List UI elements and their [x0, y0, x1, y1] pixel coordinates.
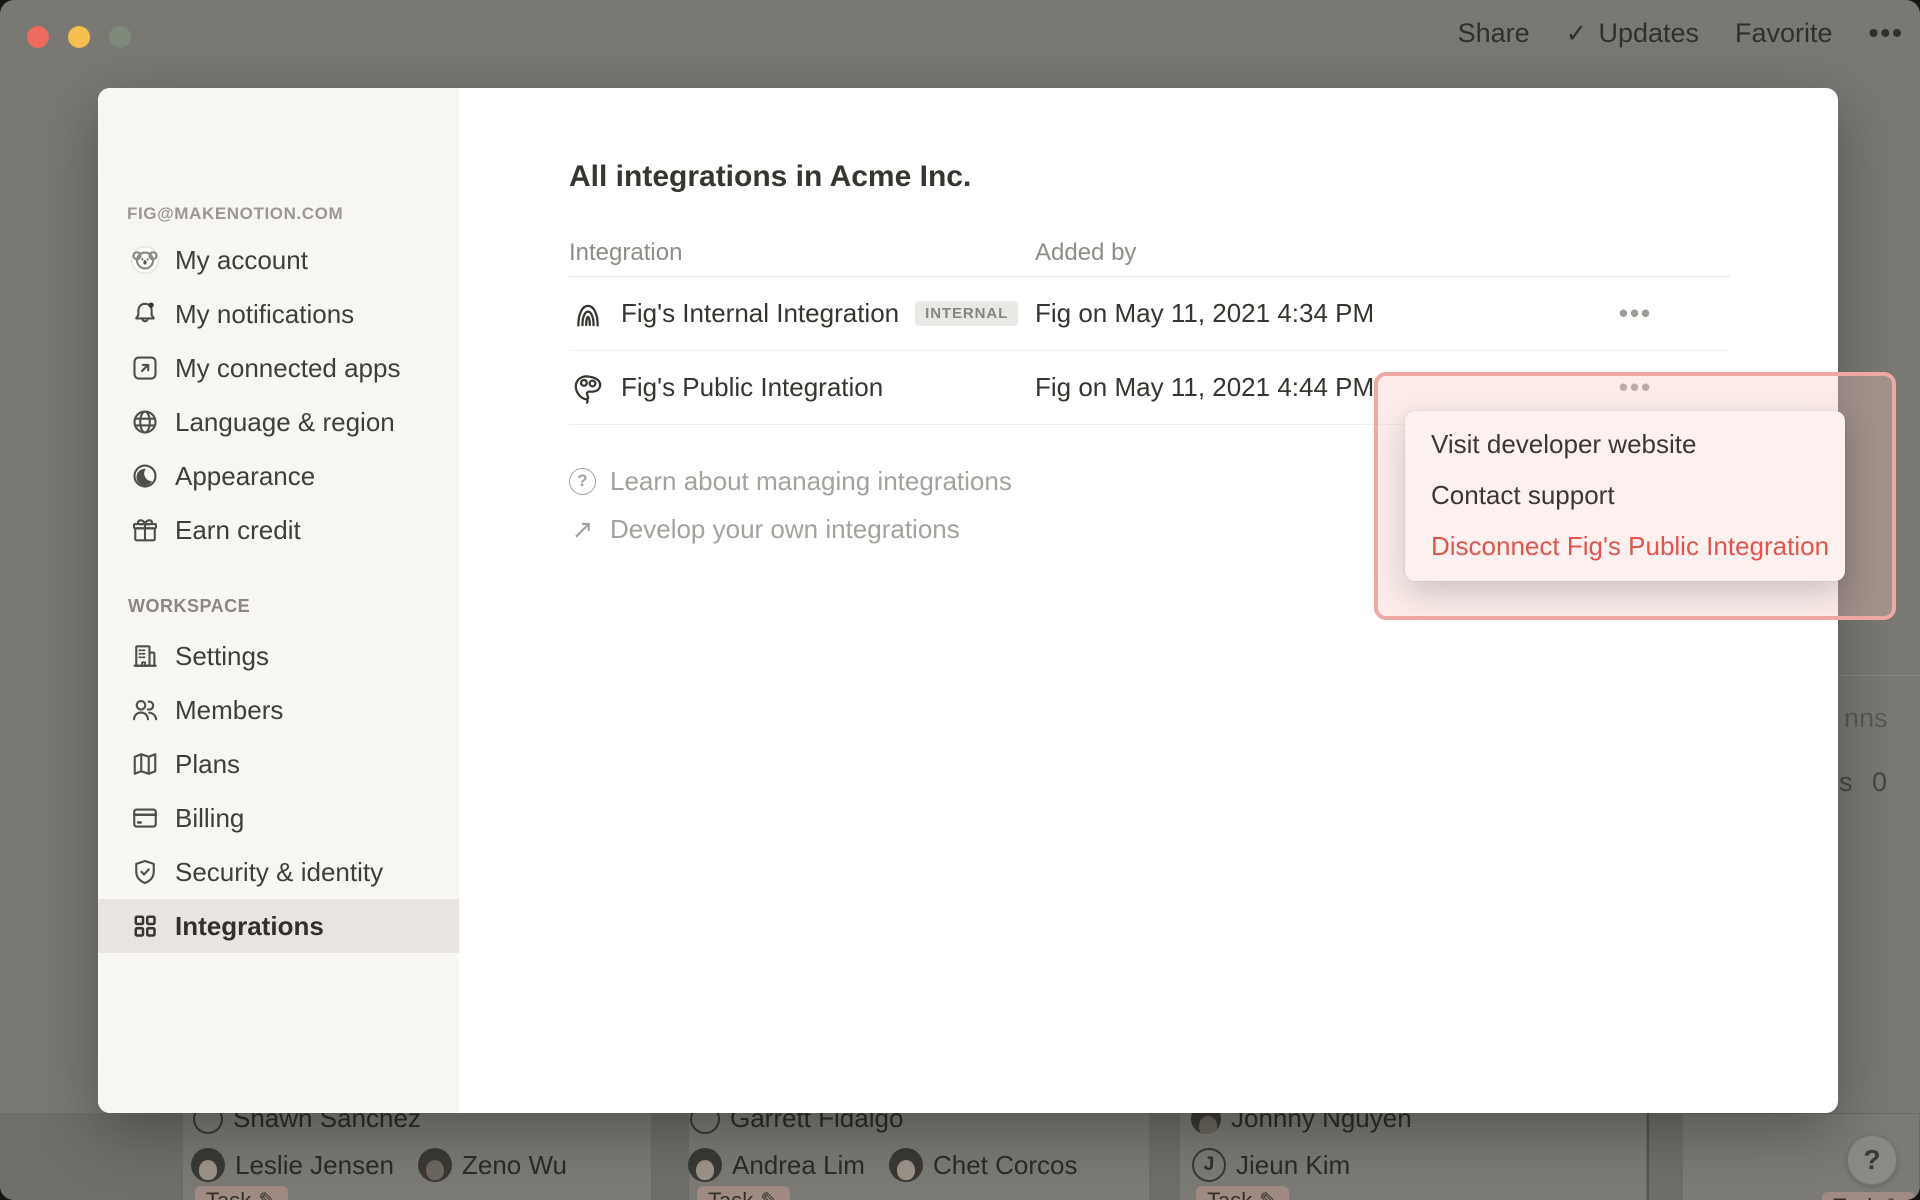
- row-more-button[interactable]: •••: [1619, 298, 1652, 329]
- task-tag: Task✎: [1822, 1192, 1915, 1200]
- rainbow-doodle-icon: [569, 295, 607, 333]
- sidebar-item-label: Plans: [175, 749, 240, 780]
- sidebar-item-my-account[interactable]: My account: [98, 233, 459, 287]
- avatar: [191, 1148, 225, 1182]
- avatar: [418, 1148, 452, 1182]
- added-by-value: Fig on May 11, 2021 4:34 PM: [1035, 298, 1541, 329]
- arrow-up-right-icon: ↗: [569, 514, 596, 545]
- window-topbar-menu: Share ✓ Updates Favorite •••: [1458, 8, 1904, 58]
- minimize-window-button[interactable]: [68, 26, 90, 48]
- sidebar-item-label: Language & region: [175, 407, 395, 438]
- updates-button[interactable]: ✓ Updates: [1566, 18, 1699, 49]
- internal-badge: INTERNAL: [915, 301, 1018, 326]
- sidebar-item-plans[interactable]: Plans: [98, 737, 459, 791]
- sidebar-item-language-region[interactable]: Language & region: [98, 395, 459, 449]
- integration-name: Fig's Public Integration: [621, 372, 883, 403]
- menu-item-visit-developer-website[interactable]: Visit developer website: [1405, 419, 1845, 470]
- workspace-section-label: WORKSPACE: [128, 596, 250, 617]
- people-icon: [130, 695, 160, 725]
- feather-icon: ✎: [1885, 1194, 1903, 1200]
- column-header-added-by: Added by: [1035, 239, 1541, 267]
- grid-icon: [130, 911, 160, 941]
- favorite-button[interactable]: Favorite: [1735, 18, 1833, 49]
- sidebar-item-settings[interactable]: Settings: [98, 629, 459, 683]
- feather-icon: ✎: [258, 1188, 276, 1200]
- gift-icon: [130, 515, 160, 545]
- notion-window: Share ✓ Updates Favorite ••• Shawn Sanch…: [0, 0, 1920, 1200]
- column-header-integration: Integration: [569, 239, 1035, 267]
- close-window-button[interactable]: [27, 26, 49, 48]
- koala-avatar: [130, 245, 160, 275]
- building-icon: [130, 641, 160, 671]
- account-email: FIG@MAKENOTION.COM: [127, 204, 343, 224]
- sidebar-item-members[interactable]: Members: [98, 683, 459, 737]
- traffic-lights: [27, 26, 131, 48]
- backdrop-text-fragment: nns: [1844, 703, 1888, 734]
- sidebar-item-earn-credit[interactable]: Earn credit: [98, 503, 459, 557]
- avatar: [889, 1148, 923, 1182]
- backdrop-column-divider: [1647, 1113, 1649, 1200]
- arrow-up-right-box-icon: [130, 353, 160, 383]
- map-icon: [130, 749, 160, 779]
- palette-doodle-icon: [569, 369, 607, 407]
- table-header-row: Integration Added by: [569, 229, 1730, 277]
- sidebar-item-appearance[interactable]: Appearance: [98, 449, 459, 503]
- backdrop-text-fragment: 0: [1872, 767, 1887, 798]
- screenshot-stage: Share ✓ Updates Favorite ••• Shawn Sanch…: [0, 0, 1920, 1200]
- sidebar-item-security-identity[interactable]: Security & identity: [98, 845, 459, 899]
- develop-integrations-link[interactable]: ↗ Develop your own integrations: [569, 505, 1012, 553]
- sidebar-item-label: Billing: [175, 803, 244, 834]
- shield-check-icon: [130, 857, 160, 887]
- task-tag: Task✎: [697, 1186, 790, 1200]
- check-icon: ✓: [1566, 18, 1588, 49]
- backdrop-person-row: Leslie Jensen Zeno Wu: [191, 1148, 567, 1182]
- settings-sidebar: FIG@MAKENOTION.COM My account: [98, 88, 459, 1113]
- sidebar-item-my-notifications[interactable]: My notifications: [98, 287, 459, 341]
- table-row: Fig's Internal Integration INTERNAL Fig …: [569, 277, 1730, 351]
- learn-integrations-link[interactable]: ? Learn about managing integrations: [569, 457, 1012, 505]
- sidebar-item-label: My connected apps: [175, 353, 400, 384]
- backdrop-text-fragment: s: [1839, 767, 1853, 798]
- sidebar-item-label: Security & identity: [175, 857, 383, 888]
- sidebar-item-label: Members: [175, 695, 283, 726]
- integration-context-menu: Visit developer website Contact support …: [1405, 411, 1845, 581]
- help-button[interactable]: ?: [1847, 1135, 1897, 1185]
- sidebar-item-label: Settings: [175, 641, 269, 672]
- credit-card-icon: [130, 803, 160, 833]
- feather-icon: ✎: [1259, 1188, 1277, 1200]
- bell-icon: [130, 299, 160, 329]
- menu-item-disconnect-integration[interactable]: Disconnect Fig's Public Integration: [1405, 521, 1845, 572]
- sidebar-item-label: My account: [175, 245, 308, 276]
- sidebar-item-label: My notifications: [175, 299, 354, 330]
- backdrop-person-row: J Jieun Kim: [1192, 1148, 1350, 1182]
- share-button[interactable]: Share: [1458, 18, 1530, 49]
- integration-name: Fig's Internal Integration: [621, 298, 899, 329]
- sidebar-item-integrations[interactable]: Integrations: [98, 899, 459, 953]
- backdrop-person-row: Andrea Lim Chet Corcos: [688, 1148, 1077, 1182]
- footer-links: ? Learn about managing integrations ↗ De…: [569, 457, 1012, 553]
- sidebar-item-my-connected-apps[interactable]: My connected apps: [98, 341, 459, 395]
- sidebar-item-billing[interactable]: Billing: [98, 791, 459, 845]
- feather-icon: ✎: [760, 1188, 778, 1200]
- question-circle-icon: ?: [569, 468, 596, 495]
- sidebar-item-label: Integrations: [175, 911, 324, 942]
- globe-icon: [130, 407, 160, 437]
- menu-item-contact-support[interactable]: Contact support: [1405, 470, 1845, 521]
- task-tag: Task✎: [1196, 1186, 1289, 1200]
- sidebar-item-label: Earn credit: [175, 515, 301, 546]
- backdrop-divider-line: [1839, 675, 1920, 676]
- moon-icon: [130, 461, 160, 491]
- page-title: All integrations in Acme Inc.: [569, 157, 971, 197]
- sidebar-item-label: Appearance: [175, 461, 315, 492]
- task-tag: Task✎: [195, 1186, 288, 1200]
- zoom-window-button[interactable]: [109, 26, 131, 48]
- window-more-button[interactable]: •••: [1869, 17, 1904, 49]
- avatar-initial: J: [1192, 1148, 1226, 1182]
- avatar: [688, 1148, 722, 1182]
